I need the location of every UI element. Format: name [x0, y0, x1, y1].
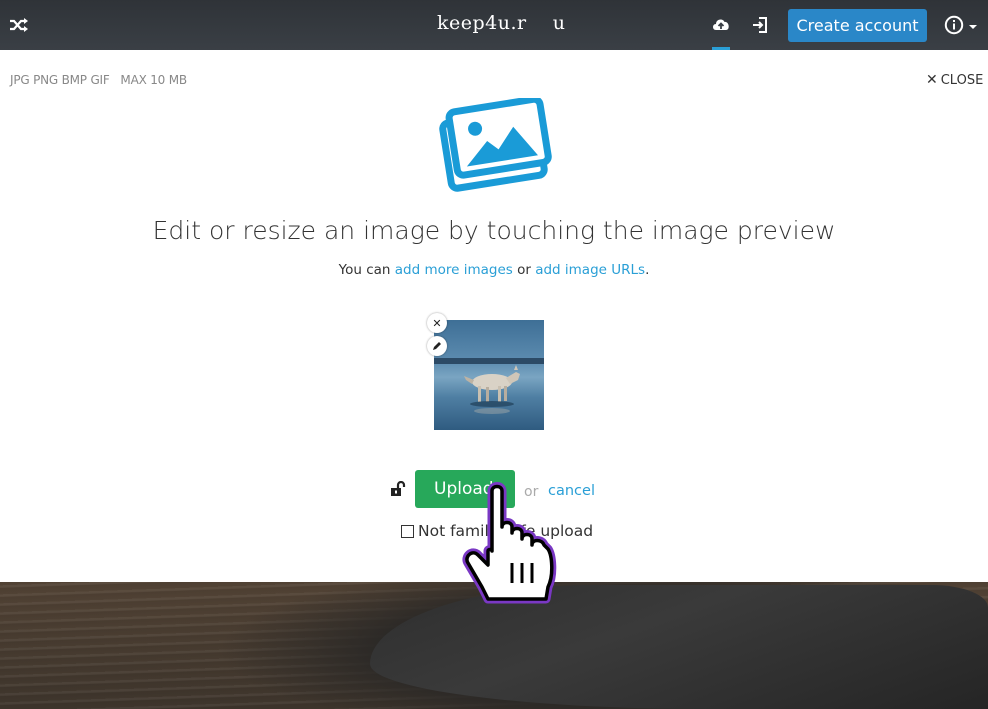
close-button[interactable]: ✕ CLOSE: [926, 72, 983, 88]
info-menu-button[interactable]: [944, 14, 982, 36]
remove-image-button[interactable]: ✕: [427, 313, 447, 333]
allowed-formats-text: JPG PNG BMP GIF MAX 10 MB: [10, 73, 187, 87]
create-account-button[interactable]: Create account: [788, 9, 927, 42]
chevron-down-icon: [969, 24, 977, 29]
images-icon: [439, 98, 552, 192]
nsfw-checkbox[interactable]: [401, 524, 414, 538]
shuffle-icon: [10, 18, 28, 32]
subline-prefix: You can: [338, 262, 395, 278]
random-button[interactable]: [8, 14, 30, 36]
image-preview-thumbnail[interactable]: [434, 320, 544, 430]
close-icon: ✕: [432, 317, 442, 330]
cloud-upload-icon: [713, 19, 729, 30]
wolf-figure: [464, 365, 520, 414]
pencil-icon: [433, 342, 441, 350]
edit-image-button[interactable]: [427, 336, 447, 356]
upload-headline: Edit or resize an image by touching the …: [152, 216, 836, 245]
unlock-icon[interactable]: [390, 481, 408, 497]
close-label: CLOSE: [940, 72, 984, 88]
subline-or: or: [512, 262, 536, 278]
hand-pointer-cursor-icon: [462, 482, 557, 604]
sign-in-icon: [753, 17, 767, 33]
add-image-urls-link[interactable]: add image URLs: [535, 262, 645, 278]
add-more-images-link[interactable]: add more images: [395, 262, 513, 278]
site-brand[interactable]: keep4u.r u: [437, 12, 566, 34]
subline-suffix: .: [645, 262, 650, 278]
info-icon: [944, 15, 964, 35]
nav-upload-button[interactable]: [708, 12, 734, 50]
top-navbar: keep4u.r u Create account: [0, 0, 988, 50]
upload-subline: You can add more images or add image URL…: [0, 262, 988, 278]
close-icon: ✕: [926, 72, 938, 88]
sign-in-button[interactable]: [748, 14, 772, 36]
